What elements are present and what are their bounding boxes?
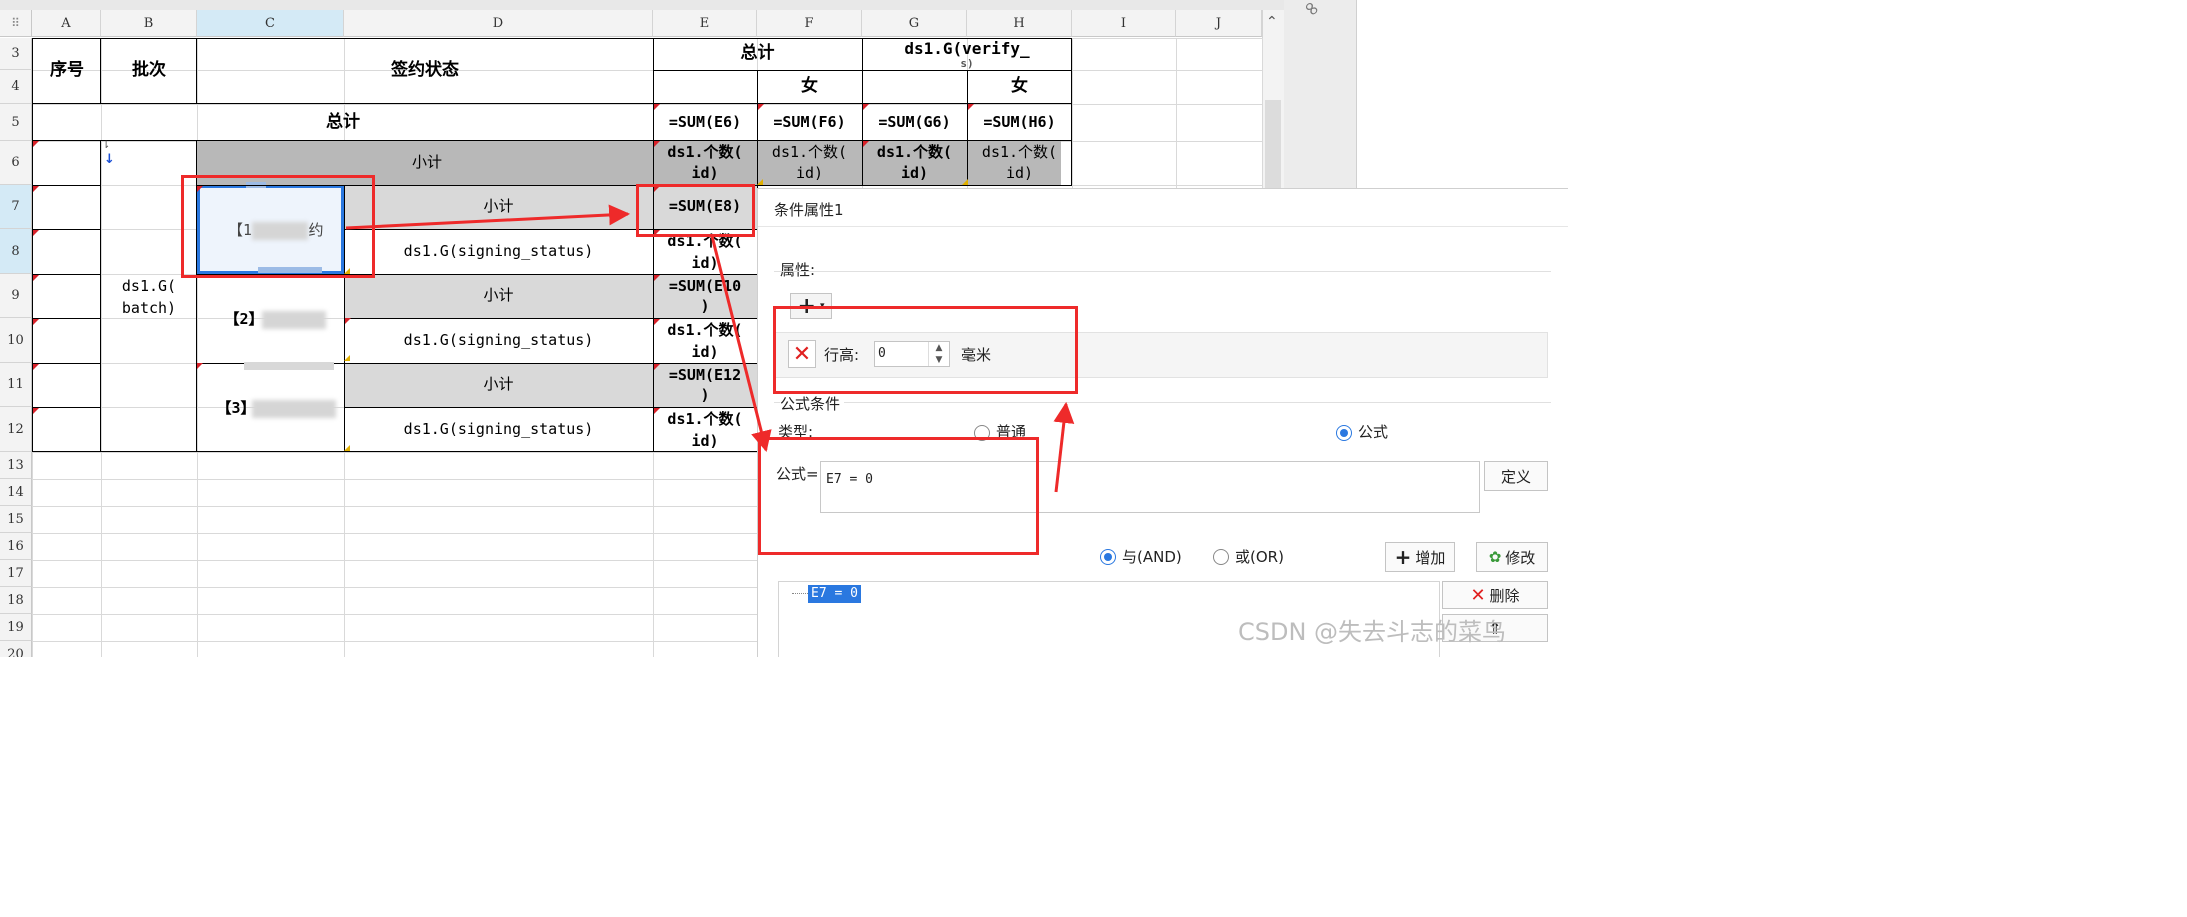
arrow-c7-to-e7 (345, 204, 631, 230)
csdn-watermark: CSDN @失去斗志的菜鸟 (1238, 618, 1507, 646)
spreadsheet-designer-window: ⠿ ABCDEFGHIJ 3 4 5 6 7 8 9 10 11 12 13 14 15 16 17 18 19… (0, 0, 1568, 657)
arrow-e7-to-formula (710, 235, 772, 453)
annotation-arrows (345, 204, 1075, 493)
arrow-formula-to-row-height (1053, 401, 1075, 493)
